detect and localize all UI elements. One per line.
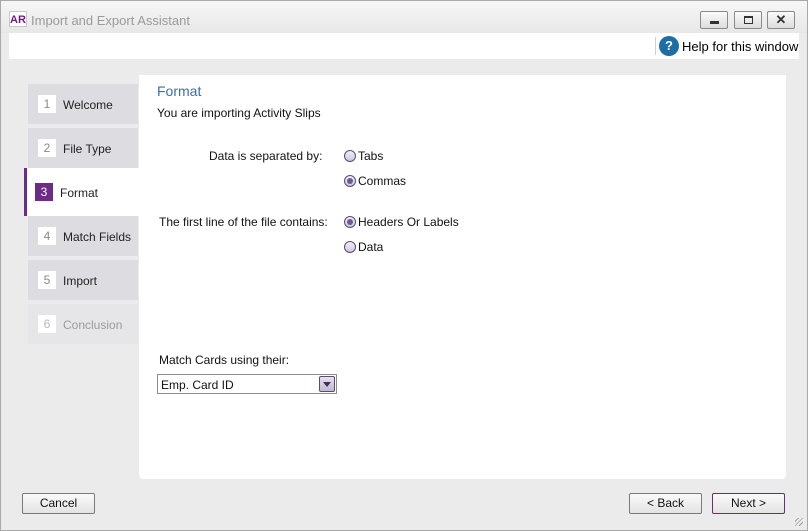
- step-number: 6: [38, 315, 56, 333]
- chevron-down-icon[interactable]: [319, 376, 335, 392]
- radio-dot: [344, 150, 356, 162]
- radio-tabs[interactable]: Tabs: [344, 149, 404, 165]
- help-bar: ? Help for this window: [9, 33, 799, 59]
- window-title: Import and Export Assistant: [31, 13, 190, 28]
- title-bar[interactable]: AR Import and Export Assistant ✕: [1, 1, 807, 33]
- help-icon[interactable]: ?: [659, 36, 679, 56]
- first-line-label: The first line of the file contains:: [159, 215, 328, 229]
- step-label: Welcome: [63, 98, 113, 112]
- step-number: 2: [38, 139, 56, 157]
- maximize-button[interactable]: [734, 11, 762, 29]
- import-export-assistant-window: AR Import and Export Assistant ✕ ? Help …: [0, 0, 808, 531]
- step-welcome[interactable]: 1 Welcome: [28, 84, 138, 124]
- resize-grip-icon[interactable]: [795, 518, 803, 526]
- step-number: 3: [35, 183, 53, 201]
- cancel-button[interactable]: Cancel: [22, 493, 95, 514]
- next-button[interactable]: Next >: [712, 493, 785, 514]
- step-file-type[interactable]: 2 File Type: [28, 128, 138, 168]
- radio-dot: [344, 241, 356, 253]
- radio-label: Commas: [358, 174, 407, 188]
- close-icon: ✕: [775, 12, 787, 27]
- maximize-icon: [744, 16, 753, 24]
- app-logo-icon: AR: [9, 11, 27, 27]
- step-label: Format: [60, 186, 99, 200]
- radio-label: Data: [358, 240, 384, 254]
- step-label: Import: [63, 274, 98, 288]
- match-cards-select[interactable]: Emp. Card ID: [157, 374, 337, 394]
- minimize-button[interactable]: [700, 11, 728, 29]
- step-label: File Type: [63, 142, 112, 156]
- help-divider: [655, 37, 656, 55]
- match-cards-label: Match Cards using their:: [159, 353, 290, 367]
- step-import[interactable]: 5 Import: [28, 260, 138, 300]
- step-format[interactable]: 3 Format: [24, 168, 139, 216]
- select-value: Emp. Card ID: [161, 378, 234, 392]
- radio-label: Tabs: [358, 149, 384, 163]
- step-number: 5: [38, 271, 56, 289]
- radio-dot: [344, 216, 356, 228]
- back-button[interactable]: < Back: [629, 493, 702, 514]
- step-conclusion: 6 Conclusion: [28, 304, 138, 344]
- step-match-fields[interactable]: 4 Match Fields: [28, 216, 138, 256]
- close-button[interactable]: ✕: [767, 11, 795, 29]
- radio-label: Headers Or Labels: [358, 215, 459, 229]
- format-panel: Format You are importing Activity Slips …: [139, 75, 786, 479]
- radio-dot: [344, 175, 356, 187]
- step-label: Conclusion: [63, 318, 123, 332]
- page-subtitle: You are importing Activity Slips: [157, 106, 321, 120]
- page-title: Format: [157, 83, 202, 99]
- step-number: 1: [38, 95, 56, 113]
- radio-headers-or-labels[interactable]: Headers Or Labels: [344, 215, 464, 231]
- minimize-icon: [710, 21, 719, 24]
- step-number: 4: [38, 227, 56, 245]
- separator-label: Data is separated by:: [209, 149, 323, 163]
- radio-commas[interactable]: Commas: [344, 174, 414, 190]
- radio-data[interactable]: Data: [344, 240, 404, 256]
- step-label: Match Fields: [63, 230, 132, 244]
- help-link[interactable]: Help for this window: [682, 39, 798, 54]
